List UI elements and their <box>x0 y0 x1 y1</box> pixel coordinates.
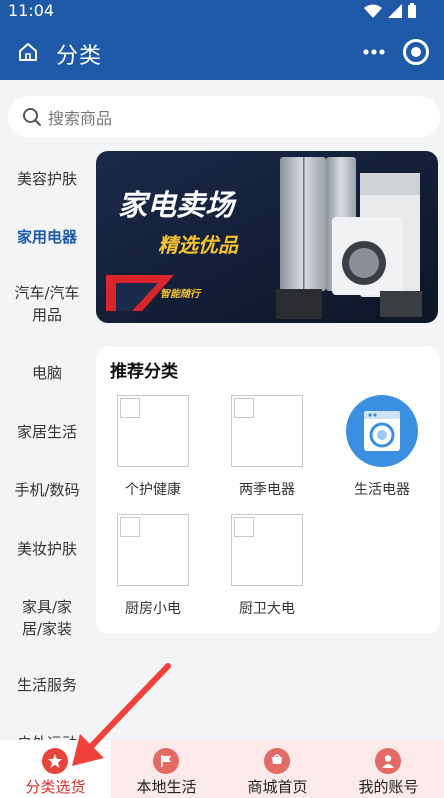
user-icon <box>375 748 401 774</box>
category-label: 个护健康 <box>125 482 181 498</box>
wifi-icon <box>364 4 382 18</box>
promo-banner[interactable]: 家电卖场 精选优品 智能随行 <box>96 151 438 323</box>
sidebar-item-outdoor[interactable]: 户外运动 <box>0 728 94 740</box>
more-button[interactable] <box>360 38 388 66</box>
status-bar: 11:04 <box>0 0 444 24</box>
sidebar-item-label: 家具/家居/家装 <box>21 598 73 638</box>
cart-icon <box>264 748 290 774</box>
category-label: 厨卫大电 <box>239 601 295 617</box>
nav-label: 我的账号 <box>358 778 419 796</box>
nav-item-category[interactable]: 分类选货 <box>0 740 111 798</box>
sidebar-item-label: 汽车/汽车用品 <box>14 284 80 324</box>
close-miniapp-button[interactable] <box>400 36 432 68</box>
recommend-section: 推荐分类 个护健康 两季电器 生活电器 厨房小电 厨卫大电 <box>96 347 440 634</box>
category-label: 两季电器 <box>239 482 295 498</box>
category-sidebar: 美容护肤 家用电器 汽车/汽车用品 电脑 家居生活 手机/数码 美妆护肤 家具/… <box>0 150 94 740</box>
banner-tag: 智能随行 <box>160 288 202 300</box>
nav-item-local[interactable]: 本地生活 <box>111 740 222 798</box>
sidebar-item-makeup[interactable]: 美妆护肤 <box>0 534 94 564</box>
sidebar-item-phone[interactable]: 手机/数码 <box>0 475 94 505</box>
search-input[interactable]: 搜索商品 <box>8 96 440 138</box>
sidebar-item-label: 户外运动 <box>17 732 77 740</box>
status-time: 11:04 <box>8 1 55 20</box>
flag-icon <box>153 748 179 774</box>
category-image-placeholder <box>117 395 189 467</box>
nav-item-account[interactable]: 我的账号 <box>333 740 444 798</box>
more-dots-icon <box>363 49 385 55</box>
nav-label: 本地生活 <box>136 778 197 796</box>
sidebar-item-label: 家用电器 <box>16 228 77 246</box>
nav-label: 分类选货 <box>25 778 86 796</box>
home-icon <box>19 43 37 61</box>
banner-title: 家电卖场 <box>118 188 237 222</box>
category-image-placeholder <box>231 514 303 586</box>
nav-item-mall-home[interactable]: 商城首页 <box>222 740 333 798</box>
sidebar-item-label: 美妆护肤 <box>16 540 77 558</box>
search-placeholder: 搜索商品 <box>48 109 113 128</box>
sidebar-item-auto[interactable]: 汽车/汽车用品 <box>0 280 94 328</box>
banner-subtitle: 精选优品 <box>158 233 239 257</box>
page-title: 分类 <box>56 44 103 69</box>
target-icon <box>403 39 429 65</box>
category-image-placeholder <box>117 514 189 586</box>
app-header: 分类 <box>0 24 444 80</box>
sidebar-item-label: 手机/数码 <box>14 481 80 499</box>
sidebar-item-furniture[interactable]: 家具/家居/家装 <box>0 594 94 642</box>
category-label: 厨房小电 <box>125 601 181 617</box>
category-image-placeholder <box>231 395 303 467</box>
search-icon <box>23 108 41 126</box>
sidebar-item-label: 家居生活 <box>16 423 77 441</box>
sidebar-item-computer[interactable]: 电脑 <box>0 358 94 388</box>
sidebar-item-label: 美容护肤 <box>16 170 77 188</box>
washer-image <box>332 217 402 295</box>
sidebar-item-home-living[interactable]: 家居生活 <box>0 417 94 447</box>
search-section: 搜索商品 <box>0 80 444 140</box>
banner-graphic: 家电卖场 精选优品 智能随行 <box>96 151 438 323</box>
sidebar-item-services[interactable]: 生活服务 <box>0 670 94 700</box>
washing-machine-icon <box>346 395 418 467</box>
bottom-nav: 分类选货 本地生活 商城首页 我的账号 <box>0 740 444 798</box>
home-button[interactable] <box>14 38 42 66</box>
sidebar-item-label: 生活服务 <box>16 676 77 694</box>
sidebar-item-label: 电脑 <box>31 364 62 382</box>
sidebar-item-appliances[interactable]: 家用电器 <box>0 222 94 252</box>
nav-label: 商城首页 <box>247 778 308 796</box>
recommend-title: 推荐分类 <box>110 362 178 382</box>
sidebar-item-beauty[interactable]: 美容护肤 <box>0 164 94 194</box>
battery-icon <box>408 3 416 18</box>
star-icon <box>42 748 68 774</box>
signal-icon <box>388 3 402 18</box>
category-label: 生活电器 <box>354 482 410 498</box>
status-icons <box>364 3 416 18</box>
